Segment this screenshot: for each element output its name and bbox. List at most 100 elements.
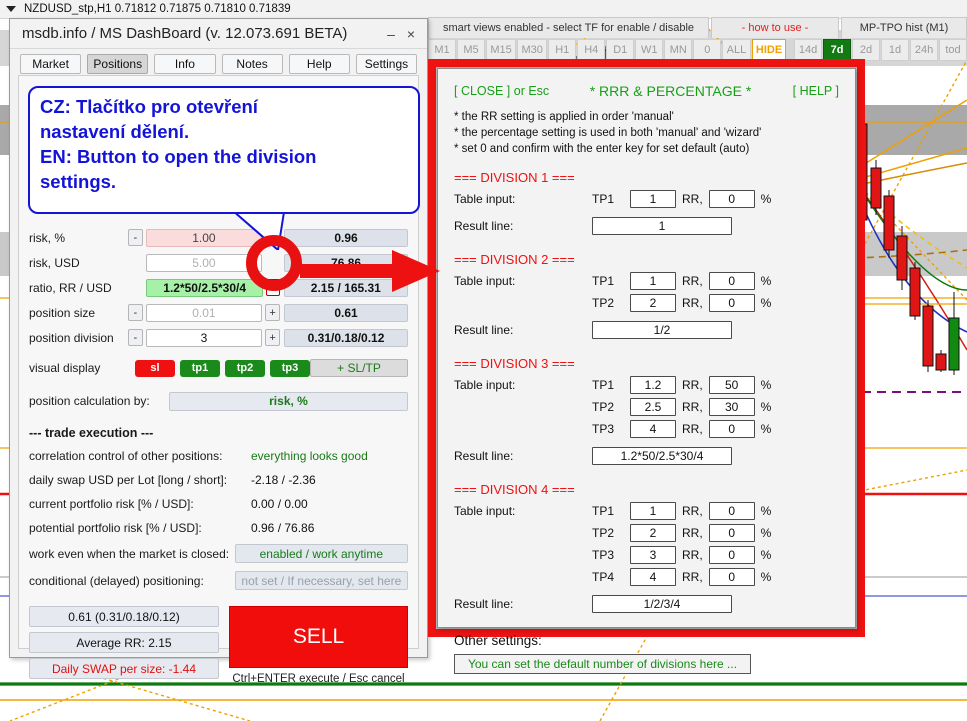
tf-button-h1[interactable]: H1 (548, 39, 577, 61)
page-title: msdb.info / MS DashBoard (v. 12.073.691 … (22, 25, 348, 42)
rrr-help-link[interactable]: [ HELP ] (769, 84, 839, 98)
division-4-tp3-pct-input[interactable]: 0 (708, 546, 755, 564)
smart-views-tab-label: - how to use - (741, 22, 809, 34)
division-2-tp1-rr-input[interactable]: 1 (630, 272, 676, 290)
position-size-decrement[interactable]: - (127, 304, 143, 321)
division-4-tp4-rr-input[interactable]: 4 (630, 568, 676, 586)
rr-unit-label: RR, (682, 548, 703, 562)
info-row-potential-risk: potential portfolio risk [% / USD]: 0.96… (29, 516, 408, 540)
position-size-input[interactable]: 0.01 (145, 303, 262, 322)
division-1-tp1-rr-input[interactable]: 1 (630, 190, 676, 208)
division-3-tp3-pct-input[interactable]: 0 (708, 420, 755, 438)
hist-button-7d[interactable]: 7d (823, 39, 851, 61)
tp-label: TP3 (592, 422, 615, 436)
division-4-tp3-rr-input[interactable]: 3 (630, 546, 676, 564)
division-3-tp1-rr-input[interactable]: 1.2 (630, 376, 676, 394)
tag-tp1[interactable]: tp1 (179, 359, 220, 377)
division-1-tp1-pct-input[interactable]: 0 (708, 190, 755, 208)
hist-button-2d[interactable]: 2d (852, 39, 880, 61)
division-3-tp2-rr-input[interactable]: 2.5 (630, 398, 676, 416)
division-4-tp1-rr-input[interactable]: 1 (630, 502, 676, 520)
tf-label: H4 (584, 44, 599, 56)
smart-views-tab-howto[interactable]: - how to use - (711, 17, 839, 38)
tf-button-h4[interactable]: H4 (577, 39, 606, 61)
tf-button-w1[interactable]: W1 (635, 39, 664, 61)
division-3-tp2-pct-input[interactable]: 30 (708, 398, 755, 416)
division-3-tp3-rr-input[interactable]: 4 (630, 420, 676, 438)
tab-market[interactable]: Market (20, 54, 82, 74)
tab-help[interactable]: Help (288, 54, 350, 74)
summary-position-sizes[interactable]: 0.61 (0.31/0.18/0.12) (29, 606, 219, 627)
conditional-positioning-toggle[interactable]: not set / If necessary, set here (234, 571, 408, 590)
add-sltp-button[interactable]: + SL/TP (309, 359, 408, 377)
sell-button[interactable]: SELL (229, 606, 408, 668)
position-division-decrement[interactable]: - (127, 329, 143, 346)
percent-unit-label: % (760, 570, 772, 584)
smart-views-tab-label: MP-TPO hist (M1) (859, 22, 949, 34)
tf-button-m5[interactable]: M5 (457, 39, 485, 61)
division-2-result-field[interactable]: 1/2 (592, 321, 732, 339)
table-input-label: Table input: (454, 192, 516, 206)
tag-tp2[interactable]: tp2 (224, 359, 265, 377)
collapse-caret-icon[interactable] (6, 6, 16, 12)
smart-views-tab-enabled[interactable]: smart views enabled - select TF for enab… (428, 17, 709, 38)
position-calculation-value[interactable]: risk, % (169, 391, 408, 411)
default-divisions-button[interactable]: You can set the default number of divisi… (454, 654, 751, 674)
rrr-percentage-dialog: [ CLOSE ] or Esc * RRR & PERCENTAGE * [ … (437, 68, 856, 674)
rr-unit-label: RR, (682, 504, 703, 518)
division-1-result-field[interactable]: 1 (592, 217, 732, 235)
hist-label: 2d (859, 44, 873, 56)
result-line-label: Result line: (454, 449, 514, 463)
tab-settings[interactable]: Settings (355, 54, 418, 74)
tag-tp3[interactable]: tp3 (269, 359, 310, 377)
market-closed-toggle[interactable]: enabled / work anytime (234, 544, 408, 563)
risk-usd-input[interactable]: 5.00 (145, 253, 262, 272)
position-division-increment[interactable]: + (265, 329, 281, 346)
ratio-rr-input[interactable]: 1.2*50/2.5*30/4 (146, 278, 263, 297)
risk-percent-decrement[interactable]: - (127, 229, 143, 246)
division-2-tp1-pct-input[interactable]: 0 (708, 272, 755, 290)
position-division-input[interactable]: 3 (145, 328, 262, 347)
tab-notes[interactable]: Notes (221, 54, 283, 74)
summary-daily-swap[interactable]: Daily SWAP per size: -1.44 (29, 658, 219, 679)
tf-button-zero[interactable]: 0 (693, 39, 722, 61)
summary-average-rr[interactable]: Average RR: 2.15 (29, 632, 219, 653)
rrr-close-link[interactable]: [ CLOSE ] or Esc (454, 84, 572, 98)
tab-positions[interactable]: Positions (87, 54, 149, 74)
tf-button-all[interactable]: ALL (722, 39, 751, 61)
division-3-tp1-pct-input[interactable]: 50 (708, 376, 755, 394)
smart-views-tab-mptpo[interactable]: MP-TPO hist (M1) (841, 17, 967, 38)
tf-button-d1[interactable]: D1 (606, 39, 635, 61)
division-4-tp2-rr-input[interactable]: 2 (630, 524, 676, 542)
division-4-result-field[interactable]: 1/2/3/4 (592, 595, 732, 613)
division-3-result-field[interactable]: 1.2*50/2.5*30/4 (592, 447, 732, 465)
division-4-tp2-pct-input[interactable]: 0 (708, 524, 755, 542)
division-3-result-row: Result line: 1.2*50/2.5*30/4 (454, 443, 839, 469)
toolbar-separator (787, 39, 793, 61)
tf-button-m30[interactable]: M30 (517, 39, 548, 61)
tf-button-m15[interactable]: M15 (486, 39, 517, 61)
tf-button-hide[interactable]: HIDE (751, 39, 787, 61)
result-line-label: Result line: (454, 597, 514, 611)
tf-button-mn[interactable]: MN (664, 39, 693, 61)
hist-button-14d[interactable]: 14d (794, 39, 822, 61)
division-2-tp2-rr-input[interactable]: 2 (630, 294, 676, 312)
division-3-row-tp2: TP2 2.5 RR, 30 % (454, 396, 839, 418)
division-2-tp2-pct-input[interactable]: 0 (708, 294, 755, 312)
hist-button-1d[interactable]: 1d (881, 39, 909, 61)
result-line-label: Result line: (454, 219, 514, 233)
rrr-dialog-title: * RRR & PERCENTAGE * (589, 83, 752, 99)
tf-button-m1[interactable]: M1 (428, 39, 456, 61)
hist-button-24h[interactable]: 24h (910, 39, 938, 61)
tab-info[interactable]: Info (154, 54, 216, 74)
division-4-tp4-pct-input[interactable]: 0 (708, 568, 755, 586)
position-size-increment[interactable]: + (265, 304, 281, 321)
percent-unit-label: % (760, 400, 772, 414)
close-icon[interactable]: × (401, 26, 421, 42)
minimize-button[interactable]: – (381, 26, 401, 42)
trade-execution-heading: --- trade execution --- (29, 426, 154, 440)
row-label: position division (29, 330, 114, 345)
tag-sl[interactable]: sl (134, 359, 175, 377)
hist-button-tod[interactable]: tod (939, 39, 967, 61)
division-4-tp1-pct-input[interactable]: 0 (708, 502, 755, 520)
